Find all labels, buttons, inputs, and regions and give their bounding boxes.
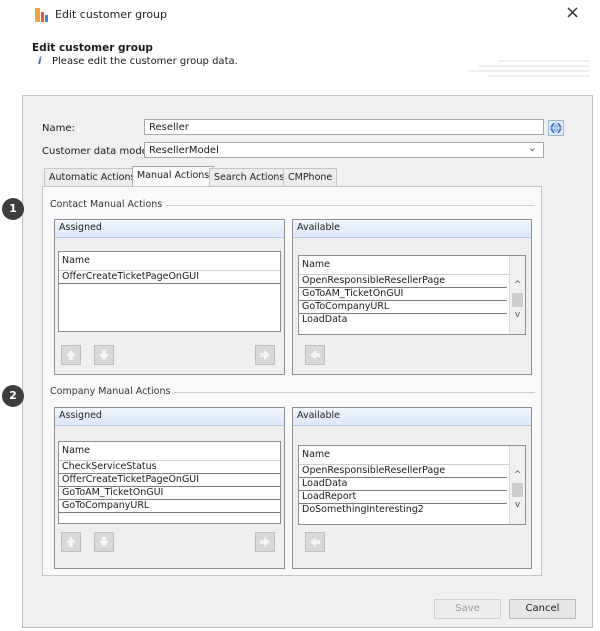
scroll-down-icon[interactable]: v <box>510 500 525 510</box>
list-item[interactable]: OfferCreateTicketPageOnGUI <box>59 474 280 487</box>
company-available-list[interactable]: Name OpenResponsibleResellerPage LoadDat… <box>298 445 526 525</box>
add-button[interactable] <box>305 532 325 552</box>
company-assigned-list[interactable]: Name CheckServiceStatus OfferCreateTicke… <box>58 441 281 524</box>
tab-cmphone[interactable]: CMPhone <box>283 168 338 186</box>
contact-available-list[interactable]: Name OpenResponsibleResellerPage GoToAM_… <box>298 255 526 335</box>
scroll-thumb[interactable] <box>512 293 523 307</box>
name-input[interactable]: Reseller <box>144 119 544 135</box>
app-icon <box>35 8 49 22</box>
arrow-up-icon <box>66 537 76 547</box>
list-item[interactable]: DoSomethingInteresting2 <box>299 504 507 516</box>
header-decoration <box>468 58 590 78</box>
callout-badge-1: 1 <box>2 198 24 220</box>
available-header: Available <box>293 220 531 238</box>
scroll-thumb[interactable] <box>512 483 523 497</box>
name-column-header[interactable]: Name <box>59 252 280 271</box>
name-column-header[interactable]: Name <box>299 446 510 465</box>
tab-automatic-actions[interactable]: Automatic Actions <box>44 168 141 186</box>
company-available-panel: Available Name OpenResponsibleResellerPa… <box>292 407 532 569</box>
customer-data-model-value: ResellerModel <box>149 145 219 156</box>
scroll-up-icon[interactable]: ^ <box>510 470 525 480</box>
list-item[interactable]: OfferCreateTicketPageOnGUI <box>59 271 280 284</box>
list-item[interactable]: OpenResponsibleResellerPage <box>299 465 507 478</box>
list-item[interactable]: OpenResponsibleResellerPage <box>299 275 507 288</box>
cancel-button[interactable]: Cancel <box>509 599 576 619</box>
list-item[interactable]: LoadReport <box>299 491 507 504</box>
arrow-left-icon <box>310 350 320 360</box>
list-item[interactable]: GoToAM_TicketOnGUI <box>299 288 507 301</box>
chevron-down-icon: ⌄ <box>527 141 537 154</box>
close-icon[interactable]: × <box>565 3 580 23</box>
move-down-button[interactable] <box>94 532 114 552</box>
name-column-header[interactable]: Name <box>59 442 280 461</box>
info-icon: i <box>38 56 42 67</box>
header-description: Please edit the customer group data. <box>52 56 238 67</box>
remove-button[interactable] <box>255 345 275 365</box>
name-label: Name: <box>42 123 75 134</box>
vertical-scrollbar[interactable]: ^ v <box>509 446 525 524</box>
contact-assigned-list[interactable]: Name OfferCreateTicketPageOnGUI <box>58 251 281 332</box>
move-down-button[interactable] <box>94 345 114 365</box>
arrow-left-icon <box>310 537 320 547</box>
arrow-down-icon <box>99 537 109 547</box>
list-item[interactable]: LoadData <box>299 314 507 326</box>
contact-available-panel: Available Name OpenResponsibleResellerPa… <box>292 219 532 375</box>
assigned-header: Assigned <box>55 220 284 238</box>
list-item[interactable]: GoToAM_TicketOnGUI <box>59 487 280 500</box>
group-divider <box>160 205 535 206</box>
add-button[interactable] <box>305 345 325 365</box>
remove-button[interactable] <box>255 532 275 552</box>
list-item[interactable]: LoadData <box>299 478 507 491</box>
company-assigned-panel: Assigned Name CheckServiceStatus OfferCr… <box>54 407 285 569</box>
save-button[interactable]: Save <box>434 599 501 619</box>
scroll-up-icon[interactable]: ^ <box>510 280 525 290</box>
callout-badge-2: 2 <box>2 385 24 407</box>
header-title: Edit customer group <box>32 42 153 54</box>
move-up-button[interactable] <box>61 345 81 365</box>
scroll-down-icon[interactable]: v <box>510 310 525 320</box>
contact-manual-actions-title: Contact Manual Actions <box>50 199 167 210</box>
list-item[interactable]: GoToCompanyURL <box>59 500 280 513</box>
window-title: Edit customer group <box>55 8 168 21</box>
tab-search-actions[interactable]: Search Actions <box>209 168 290 186</box>
customer-data-model-label: Customer data model: <box>42 146 154 157</box>
tab-manual-actions[interactable]: Manual Actions <box>132 166 215 187</box>
list-item[interactable]: GoToCompanyURL <box>299 301 507 314</box>
list-item[interactable]: CheckServiceStatus <box>59 461 280 474</box>
arrow-down-icon <box>99 350 109 360</box>
globe-icon[interactable] <box>548 120 564 136</box>
move-up-button[interactable] <box>61 532 81 552</box>
arrow-right-icon <box>260 350 270 360</box>
assigned-header: Assigned <box>55 408 284 426</box>
contact-assigned-panel: Assigned Name OfferCreateTicketPageOnGUI <box>54 219 285 375</box>
group-divider <box>165 392 535 393</box>
company-manual-actions-title: Company Manual Actions <box>50 386 175 397</box>
arrow-up-icon <box>66 350 76 360</box>
customer-data-model-select[interactable]: ResellerModel ⌄ <box>144 141 544 158</box>
arrow-right-icon <box>260 537 270 547</box>
name-column-header[interactable]: Name <box>299 256 510 275</box>
available-header: Available <box>293 408 531 426</box>
vertical-scrollbar[interactable]: ^ v <box>509 256 525 334</box>
